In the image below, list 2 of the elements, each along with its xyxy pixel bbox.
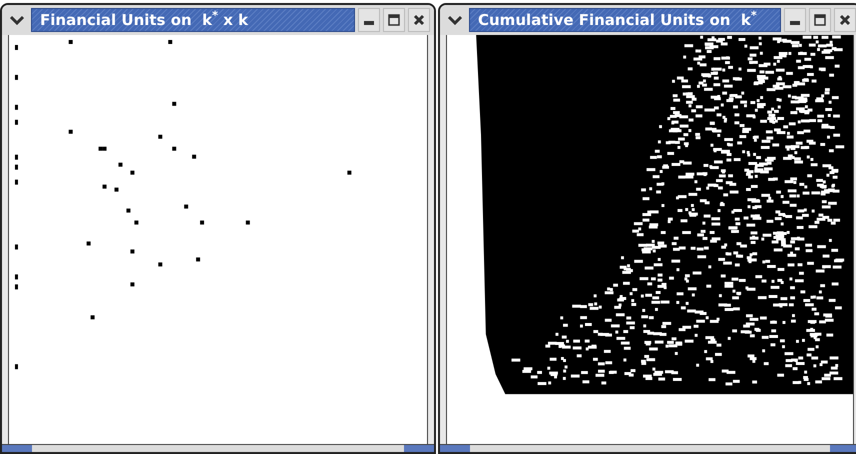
window-title: Cumulative Financial Units on k$^{*}$ <box>478 12 757 28</box>
window-title: Financial Units on k$^{*}$ x k <box>40 12 248 28</box>
